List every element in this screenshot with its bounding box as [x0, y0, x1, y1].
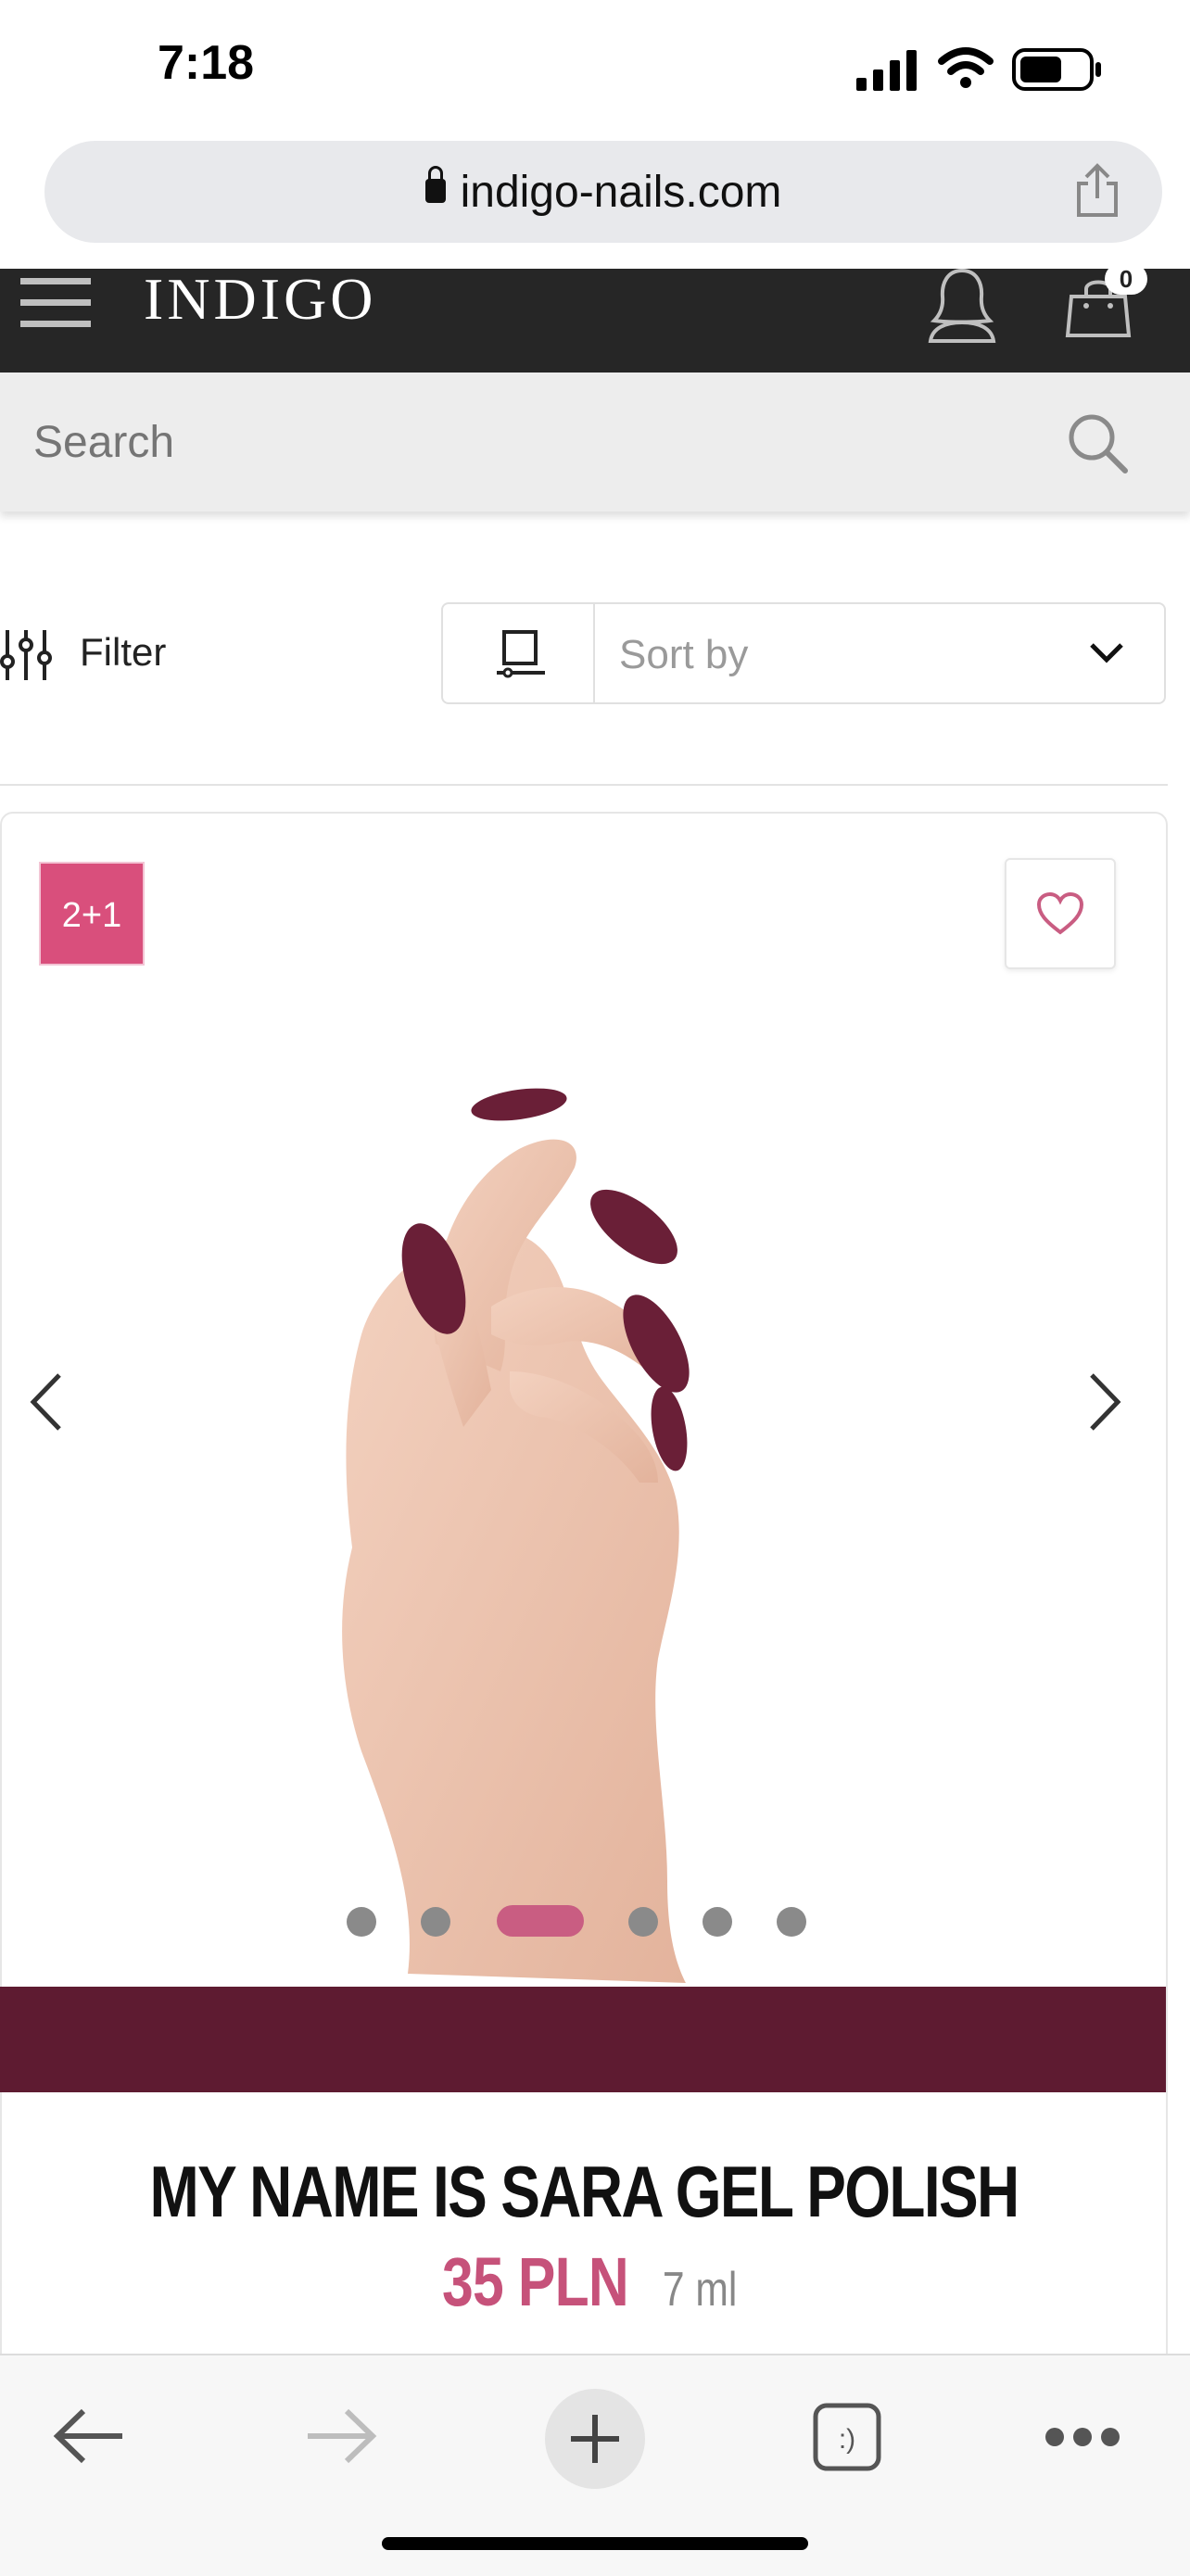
- divider: [0, 784, 1168, 786]
- plus-icon: [571, 2415, 619, 2463]
- sort-controls: Sort by: [441, 602, 1166, 704]
- view-toggle-icon[interactable]: [495, 630, 547, 678]
- new-tab-button[interactable]: [545, 2389, 645, 2489]
- product-price: 35 PLN: [442, 2243, 629, 2320]
- account-icon[interactable]: [927, 267, 997, 345]
- filter-button[interactable]: Filter: [0, 612, 213, 695]
- carousel-dot[interactable]: [347, 1907, 376, 1937]
- status-time: 7:18: [158, 36, 255, 90]
- product-image[interactable]: [278, 1066, 853, 1983]
- filter-sliders-icon: [0, 630, 52, 680]
- sort-dropdown[interactable]: Sort by: [595, 604, 1164, 702]
- product-title[interactable]: MY NAME IS SARA GEL POLISH: [105, 2150, 1062, 2234]
- forward-arrow-icon[interactable]: [304, 2404, 378, 2469]
- tabs-icon[interactable]: :): [812, 2402, 882, 2472]
- home-indicator: [382, 2537, 808, 2550]
- carousel-dot[interactable]: [628, 1907, 658, 1937]
- carousel-dot-active[interactable]: [497, 1905, 584, 1937]
- site-logo[interactable]: INDIGO: [144, 265, 377, 334]
- chevron-down-icon: [1090, 643, 1123, 663]
- sort-label: Sort by: [619, 632, 749, 677]
- url-bar[interactable]: indigo-nails.com: [44, 141, 1162, 243]
- more-menu-icon[interactable]: [1044, 2426, 1121, 2448]
- carousel-prev-arrow-icon[interactable]: [26, 1371, 67, 1433]
- wishlist-button[interactable]: [1005, 858, 1116, 969]
- product-volume: 7 ml: [663, 2263, 738, 2317]
- cart-count-badge: 0: [1105, 263, 1147, 295]
- back-arrow-icon[interactable]: [52, 2404, 126, 2469]
- signal-icon: [856, 50, 917, 91]
- lock-icon: [424, 166, 446, 204]
- promo-badge: 2+1: [39, 862, 145, 966]
- wifi-icon: [938, 47, 994, 88]
- carousel-dot[interactable]: [703, 1907, 732, 1937]
- carousel-dot[interactable]: [777, 1907, 806, 1937]
- carousel-dot[interactable]: [421, 1907, 450, 1937]
- url-text: indigo-nails.com: [460, 168, 782, 217]
- filter-label: Filter: [80, 630, 167, 674]
- battery-icon: [1012, 48, 1101, 91]
- heart-icon: [1036, 891, 1084, 935]
- price-row: 35 PLN 7 ml: [0, 2242, 1168, 2321]
- carousel-next-arrow-icon[interactable]: [1084, 1371, 1125, 1433]
- search-input[interactable]: [0, 373, 1019, 511]
- url-display[interactable]: indigo-nails.com: [44, 166, 1162, 218]
- search-icon[interactable]: [1066, 411, 1131, 476]
- cart-count: 0: [1119, 265, 1133, 293]
- search-bar: [0, 373, 1190, 511]
- svg-text::): :): [839, 2424, 855, 2455]
- share-icon[interactable]: [1073, 163, 1121, 219]
- hamburger-menu-icon[interactable]: [20, 278, 93, 328]
- color-swatch-band: [0, 1987, 1166, 2092]
